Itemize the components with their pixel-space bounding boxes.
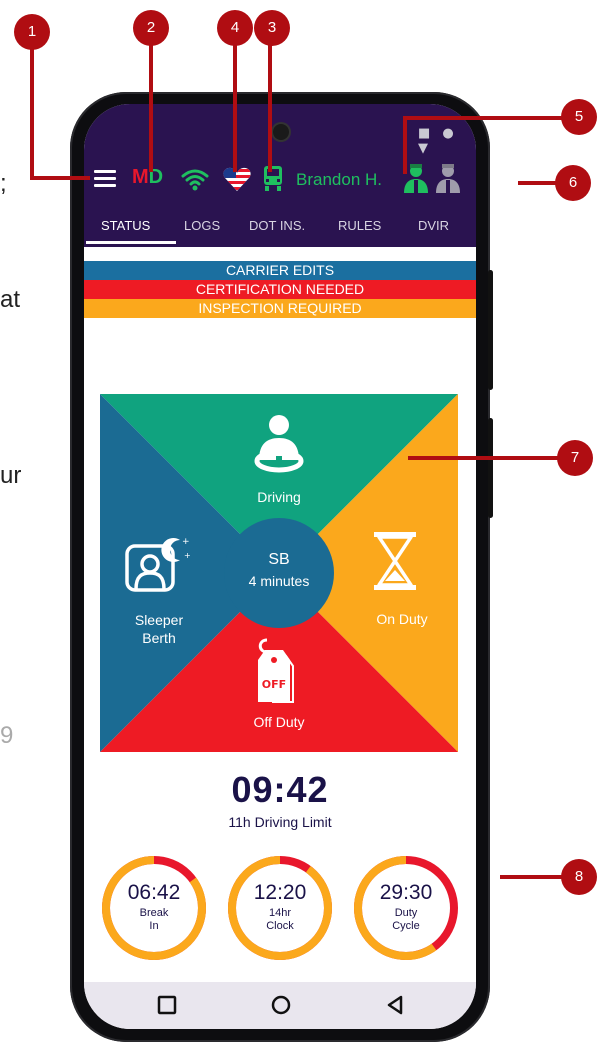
app-bar: MD Brandon H. (84, 160, 476, 200)
logo-letter-m: M (132, 166, 149, 188)
system-status-icons: ■ ● ▼ (418, 126, 458, 156)
callout-line-5 (403, 116, 579, 120)
callout-line-4 (233, 30, 237, 172)
off-duty-label: Off Duty (253, 714, 305, 730)
back-icon[interactable] (384, 994, 406, 1016)
top-bar: ■ ● ▼ MD Brandon H. STATUS LOGS DOT INS.… (84, 104, 476, 247)
tab-status[interactable]: STATUS (101, 218, 150, 233)
svg-text:+: + (182, 537, 190, 547)
break-gauge-text: 06:42 Break In (100, 854, 208, 962)
recents-icon[interactable] (156, 994, 178, 1016)
side-text-fragment: at (0, 286, 21, 313)
break-gauge-value: 06:42 (127, 881, 181, 904)
hourglass-icon (374, 532, 416, 590)
on-duty-label: On Duty (376, 611, 428, 627)
off-tag-text: OFF (262, 678, 286, 691)
duty-cycle-gauge-text: 29:30 Duty Cycle (352, 854, 460, 962)
callout-line-1 (30, 176, 90, 180)
codriver-icon[interactable] (434, 162, 462, 194)
callout-badge-3: 3 (254, 10, 290, 46)
side-text-fragment: ; (0, 170, 7, 197)
fourteen-hour-gauge[interactable]: 12:20 14hr Clock (226, 854, 334, 962)
callout-badge-7: 7 (557, 440, 593, 476)
fourteen-hour-gauge-label-line2: Clock (266, 920, 294, 932)
callout-line-1 (30, 34, 34, 180)
android-nav-bar (84, 982, 476, 1029)
callout-badge-4: 4 (217, 10, 253, 46)
wifi-icon[interactable] (180, 166, 210, 192)
sleeper-label-line1: Sleeper (134, 612, 184, 628)
active-tab-indicator (86, 241, 176, 244)
menu-icon[interactable] (94, 170, 116, 188)
callout-badge-5: 5 (561, 99, 597, 135)
svg-text:+: + (184, 551, 190, 560)
tab-bar: STATUS LOGS DOT INS. RULES DVIR (84, 212, 476, 247)
duty-cycle-gauge-label-line2: Cycle (392, 920, 420, 932)
current-status-code: SB (268, 551, 290, 568)
fourteen-hour-gauge-value: 12:20 (253, 881, 307, 904)
current-status-circle[interactable]: SB 4 minutes (224, 518, 334, 628)
heart-flag-icon[interactable] (223, 166, 251, 192)
certification-needed-banner[interactable]: CERTIFICATION NEEDED (84, 280, 476, 299)
duty-cycle-gauge[interactable]: 29:30 Duty Cycle (352, 854, 460, 962)
callout-line-5 (403, 116, 407, 174)
tab-logs[interactable]: LOGS (184, 218, 220, 233)
callout-line-8 (500, 875, 570, 879)
power-button (488, 270, 493, 390)
driver-name[interactable]: Brandon H. (296, 170, 382, 190)
duty-cycle-gauge-value: 29:30 (379, 881, 433, 904)
camera-icon (273, 124, 289, 140)
off-tag-icon: OFF (258, 638, 294, 703)
carrier-edits-banner[interactable]: CARRIER EDITS (84, 261, 476, 280)
duty-cycle-gauge-label-line1: Duty (394, 907, 418, 919)
duty-status-wheel: Driving + + Sleeper Berth On Duty OFF Of… (100, 394, 458, 752)
steering-wheel-icon (254, 415, 304, 473)
break-gauge[interactable]: 06:42 Break In (100, 854, 208, 962)
sleeper-label-line2: Berth (142, 630, 176, 646)
tab-rules[interactable]: RULES (338, 218, 381, 233)
driving-limit-label: 11h Driving Limit (228, 814, 332, 830)
callout-badge-8: 8 (561, 859, 597, 895)
tab-dvir[interactable]: DVIR (418, 218, 449, 233)
inspection-required-banner[interactable]: INSPECTION REQUIRED (84, 299, 476, 318)
driving-label: Driving (257, 489, 301, 505)
home-icon[interactable] (270, 994, 292, 1016)
fourteen-hour-gauge-text: 12:20 14hr Clock (226, 854, 334, 962)
callout-badge-6: 6 (555, 165, 591, 201)
break-gauge-label-line1: Break (139, 907, 169, 919)
bed-moon-icon: + + (125, 537, 190, 592)
side-text-fragment: 9 (0, 722, 14, 749)
callout-badge-2: 2 (133, 10, 169, 46)
current-status-duration: 4 minutes (248, 573, 310, 589)
callout-line-7 (408, 456, 568, 460)
truck-icon[interactable] (262, 165, 284, 193)
volume-button (488, 418, 493, 518)
side-text-fragment: ur (0, 462, 22, 489)
break-gauge-label-line2: In (149, 920, 159, 932)
tab-dot-inspection[interactable]: DOT INS. (249, 218, 305, 233)
app-logo: MD (132, 166, 163, 189)
callout-badge-1: 1 (14, 14, 50, 50)
sleeper-berth-label: Sleeper Berth (114, 611, 204, 647)
phone-screen: ■ ● ▼ MD Brandon H. STATUS LOGS DOT INS.… (84, 104, 476, 1029)
callout-line-2 (149, 30, 153, 172)
driving-time-remaining: 09:42 (231, 769, 329, 810)
callout-line-3 (268, 30, 272, 172)
fourteen-hour-gauge-label-line1: 14hr (268, 907, 292, 919)
